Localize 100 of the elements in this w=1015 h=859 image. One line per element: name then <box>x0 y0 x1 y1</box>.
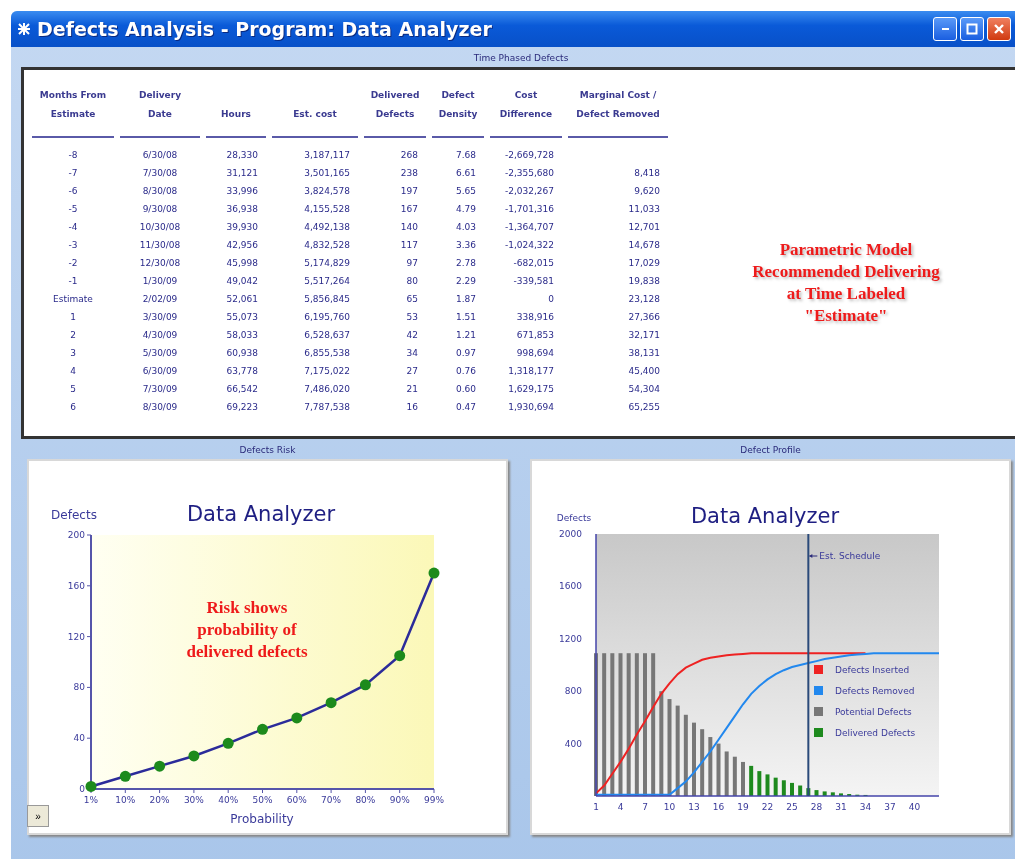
column-header: Months From Estimate <box>32 86 114 138</box>
legend-label: Potential Defects <box>835 707 912 717</box>
table-cell: -1,364,707 <box>504 222 554 232</box>
table-cell: -1,024,322 <box>504 240 554 250</box>
table-cell: 97 <box>406 258 418 268</box>
tick-label: 99% <box>424 795 444 805</box>
table-cell: -339,581 <box>513 276 554 286</box>
table-cell: 140 <box>400 222 418 232</box>
table-cell: -5 <box>68 204 78 214</box>
table-cell: 4,492,138 <box>304 222 350 232</box>
legend-label: Delivered Defects <box>835 728 916 738</box>
callout-text: Parametric Model Recommended Delivering at Time Labeled "Estimate" <box>751 239 941 327</box>
table-cell: 1.51 <box>455 312 476 322</box>
column-header: Delivery Date <box>120 86 200 138</box>
tick-label: 1600 <box>559 581 582 592</box>
tick-label: 1 <box>593 802 599 812</box>
tick-label: 40 <box>908 802 921 812</box>
table-cell: 16 <box>406 402 418 412</box>
table-cell: 34 <box>406 348 418 358</box>
column-header: Cost Difference <box>490 86 562 138</box>
column-header: Defect Density <box>432 86 484 138</box>
column-header: Marginal Cost / Defect Removed <box>568 86 668 138</box>
table-cell: 0.97 <box>455 348 476 358</box>
table-cell: 52,061 <box>226 294 258 304</box>
tick-label: 34 <box>859 802 872 812</box>
table-cell: -682,015 <box>513 258 554 268</box>
tick-label: 40 <box>73 733 85 744</box>
table-cell: 338,916 <box>516 312 554 322</box>
table-cell: 3,824,578 <box>304 186 350 196</box>
table-cell: 1,930,694 <box>508 402 554 412</box>
table-cell: 21 <box>406 384 418 394</box>
column-header: Hours <box>206 86 266 138</box>
tick-label: 10% <box>115 795 136 805</box>
tick-label: 16 <box>712 802 725 812</box>
table-cell: 3,187,117 <box>304 150 350 160</box>
table-cell: 5 <box>70 384 76 394</box>
table-cell: 4,832,528 <box>304 240 350 250</box>
tick-label: 25 <box>786 802 798 812</box>
table-cell: 2.29 <box>455 276 476 286</box>
table-cell: 3/30/09 <box>142 312 178 322</box>
legend-label: Defects Removed <box>835 686 915 696</box>
table-cell: 65,255 <box>628 402 660 412</box>
table-cell: 17,029 <box>628 258 660 268</box>
table-cell: -2,669,728 <box>504 150 554 160</box>
tick-label: 13 <box>688 802 700 812</box>
table-cell: 55,073 <box>226 312 258 322</box>
tick-label: 7 <box>642 802 648 812</box>
table-cell: -2 <box>68 258 78 268</box>
table-cell: -2,032,267 <box>504 186 554 196</box>
table-cell: 4/30/09 <box>142 330 178 340</box>
table-cell: 6/30/09 <box>142 366 178 376</box>
table-cell: 5,174,829 <box>304 258 350 268</box>
axis-label: Probability <box>230 812 294 826</box>
section-heading: Defects Risk <box>238 444 297 457</box>
tick-label: 80 <box>73 682 85 693</box>
table-cell: -6 <box>68 186 78 196</box>
tick-label: 22 <box>761 802 774 812</box>
table-cell: 1.87 <box>455 294 476 304</box>
table-cell: 4.79 <box>455 204 476 214</box>
table-cell: 1/30/09 <box>142 276 178 286</box>
table-cell: -2,355,680 <box>504 168 554 178</box>
table-cell: 1,318,177 <box>508 366 554 376</box>
chart-title: Data Analyzer <box>186 502 336 526</box>
table-cell: 0.60 <box>455 384 476 394</box>
table-cell: 60,938 <box>226 348 258 358</box>
tick-label: 0 <box>79 784 85 794</box>
table-cell: 8/30/09 <box>142 402 178 412</box>
tick-label: 800 <box>564 686 582 697</box>
table-cell: 38,131 <box>628 348 660 358</box>
table-cell: -1,701,316 <box>504 204 554 214</box>
table-cell: 671,853 <box>516 330 554 340</box>
table-cell: 39,930 <box>226 222 258 232</box>
table-cell: 6,195,760 <box>304 312 350 322</box>
table-cell: 11,033 <box>628 204 660 214</box>
table-cell: 6 <box>70 402 76 412</box>
table-cell: 12,701 <box>628 222 660 232</box>
table-cell: 32,171 <box>628 330 660 340</box>
table-cell: 53 <box>406 312 418 322</box>
table-cell: 197 <box>400 186 418 196</box>
table-cell: 65 <box>406 294 418 304</box>
tick-label: 28 <box>810 802 823 812</box>
table-cell: 69,223 <box>226 402 258 412</box>
table-cell: 31,121 <box>226 168 258 178</box>
table-cell: 49,042 <box>226 276 258 286</box>
table-cell: 4.03 <box>455 222 476 232</box>
table-cell: 5/30/09 <box>142 348 178 358</box>
table-cell: 3.36 <box>455 240 476 250</box>
column-header: Delivered Defects <box>364 86 426 138</box>
table-cell: 45,400 <box>628 366 660 376</box>
table-cell: -7 <box>68 168 78 178</box>
tick-label: 60% <box>286 795 307 805</box>
section-heading: Defect Profile <box>739 444 802 457</box>
table-cell: 3 <box>70 348 76 358</box>
axis-label: Defects <box>51 508 97 522</box>
table-cell: 12/30/08 <box>139 258 181 268</box>
table-cell: 1.21 <box>455 330 476 340</box>
table-cell: 238 <box>400 168 418 178</box>
table-cell: 117 <box>400 240 418 250</box>
table-cell: 9/30/08 <box>142 204 178 214</box>
table-cell: 268 <box>400 150 418 160</box>
